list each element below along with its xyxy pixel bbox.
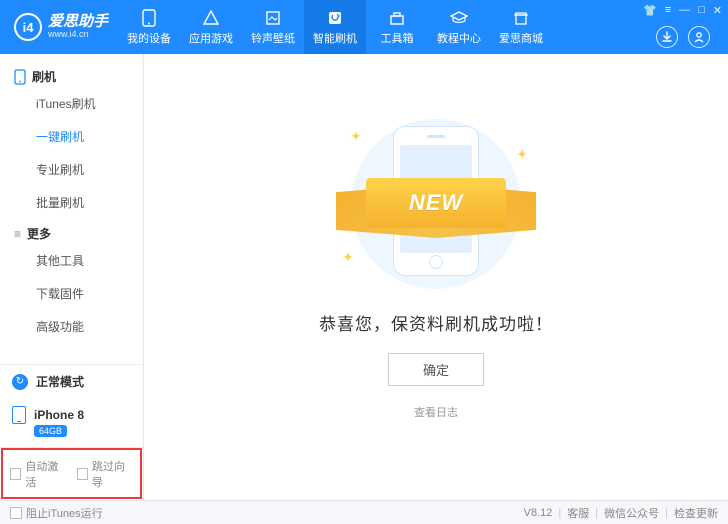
nav-toolbox[interactable]: 工具箱: [366, 0, 428, 54]
nav-label: 智能刷机: [313, 30, 357, 46]
brand-url: www.i4.cn: [48, 30, 108, 40]
window-controls: 👕 ≡ — □ ✕: [643, 4, 722, 17]
nav-mall[interactable]: 爱思商城: [490, 0, 552, 54]
profile-button[interactable]: [688, 26, 710, 48]
nav-apps[interactable]: 应用游戏: [180, 0, 242, 54]
device-info[interactable]: iPhone 8 64GB: [0, 398, 143, 447]
skin-icon[interactable]: 👕: [643, 4, 657, 17]
sidebar-item-pro-flash[interactable]: 专业刷机: [0, 153, 143, 186]
nav-label: 我的设备: [127, 30, 171, 46]
confirm-button[interactable]: 确定: [388, 353, 484, 386]
nav-label: 应用游戏: [189, 30, 233, 46]
device-icon: [12, 406, 26, 424]
phone-icon: [140, 9, 158, 27]
nav-ringtones[interactable]: 铃声壁纸: [242, 0, 304, 54]
device-mode[interactable]: ↻ 正常模式: [0, 365, 143, 398]
sidebar-item-itunes-flash[interactable]: iTunes刷机: [0, 87, 143, 120]
sidebar-item-other-tools[interactable]: 其他工具: [0, 244, 143, 277]
nav-label: 铃声壁纸: [251, 30, 295, 46]
download-button[interactable]: [656, 26, 678, 48]
logo: i4 爱思助手 www.i4.cn: [0, 13, 118, 41]
close-icon[interactable]: ✕: [713, 4, 722, 17]
success-illustration: NEW ✦ ✦ ✦: [336, 116, 536, 292]
apps-icon: [202, 9, 220, 27]
top-nav: 我的设备 应用游戏 铃声壁纸 智能刷机 工具箱 教程中心 爱思商城: [118, 0, 552, 54]
graduation-icon: [450, 9, 468, 27]
app-header: i4 爱思助手 www.i4.cn 我的设备 应用游戏 铃声壁纸 智能刷机 工具…: [0, 0, 728, 54]
sidebar-group-flash: 刷机: [0, 62, 143, 87]
more-icon: ≡: [14, 227, 21, 241]
checkbox-auto-activate[interactable]: 自动激活: [10, 458, 67, 490]
sparkle-icon: ✦: [516, 146, 528, 163]
options-highlighted: 自动激活 跳过向导: [0, 447, 143, 500]
sidebar-item-batch-flash[interactable]: 批量刷机: [0, 186, 143, 219]
nav-my-device[interactable]: 我的设备: [118, 0, 180, 54]
toolbox-icon: [388, 9, 406, 27]
nav-tutorials[interactable]: 教程中心: [428, 0, 490, 54]
menu-icon[interactable]: ≡: [665, 4, 671, 17]
refresh-icon: ↻: [12, 374, 28, 390]
nav-label: 爱思商城: [499, 30, 543, 46]
new-ribbon: NEW: [366, 178, 506, 228]
wallpaper-icon: [264, 9, 282, 27]
brand-name: 爱思助手: [48, 14, 108, 31]
sidebar-item-oneclick-flash[interactable]: 一键刷机: [0, 120, 143, 153]
logo-icon: i4: [14, 13, 42, 41]
check-update-link[interactable]: 检查更新: [674, 505, 718, 521]
nav-label: 教程中心: [437, 30, 481, 46]
sidebar-item-download-firmware[interactable]: 下载固件: [0, 277, 143, 310]
storage-badge: 64GB: [34, 425, 67, 437]
sidebar-group-more: ≡ 更多: [0, 219, 143, 244]
nav-label: 工具箱: [381, 30, 414, 46]
maximize-icon[interactable]: □: [698, 4, 705, 17]
main-content: NEW ✦ ✦ ✦ 恭喜您，保资料刷机成功啦！ 确定 查看日志: [144, 54, 728, 500]
checkbox-skip-guide[interactable]: 跳过向导: [77, 458, 134, 490]
success-message: 恭喜您，保资料刷机成功啦！: [319, 310, 553, 335]
flash-icon: [326, 9, 344, 27]
support-link[interactable]: 客服: [567, 505, 589, 521]
sparkle-icon: ✦: [342, 249, 354, 266]
view-log-link[interactable]: 查看日志: [414, 404, 458, 420]
minimize-icon[interactable]: —: [679, 4, 690, 17]
nav-flash[interactable]: 智能刷机: [304, 0, 366, 54]
phone-outline-icon: [14, 69, 26, 85]
wechat-link[interactable]: 微信公众号: [604, 505, 659, 521]
store-icon: [512, 9, 530, 27]
sidebar-item-advanced[interactable]: 高级功能: [0, 310, 143, 343]
sparkle-icon: ✦: [350, 128, 362, 145]
version-label: V8.12: [524, 507, 553, 519]
sidebar: 刷机 iTunes刷机 一键刷机 专业刷机 批量刷机 ≡ 更多 其他工具 下载固…: [0, 54, 144, 500]
status-bar: 阻止iTunes运行 V8.12 | 客服 | 微信公众号 | 检查更新: [0, 500, 728, 524]
checkbox-block-itunes[interactable]: 阻止iTunes运行: [10, 505, 103, 521]
